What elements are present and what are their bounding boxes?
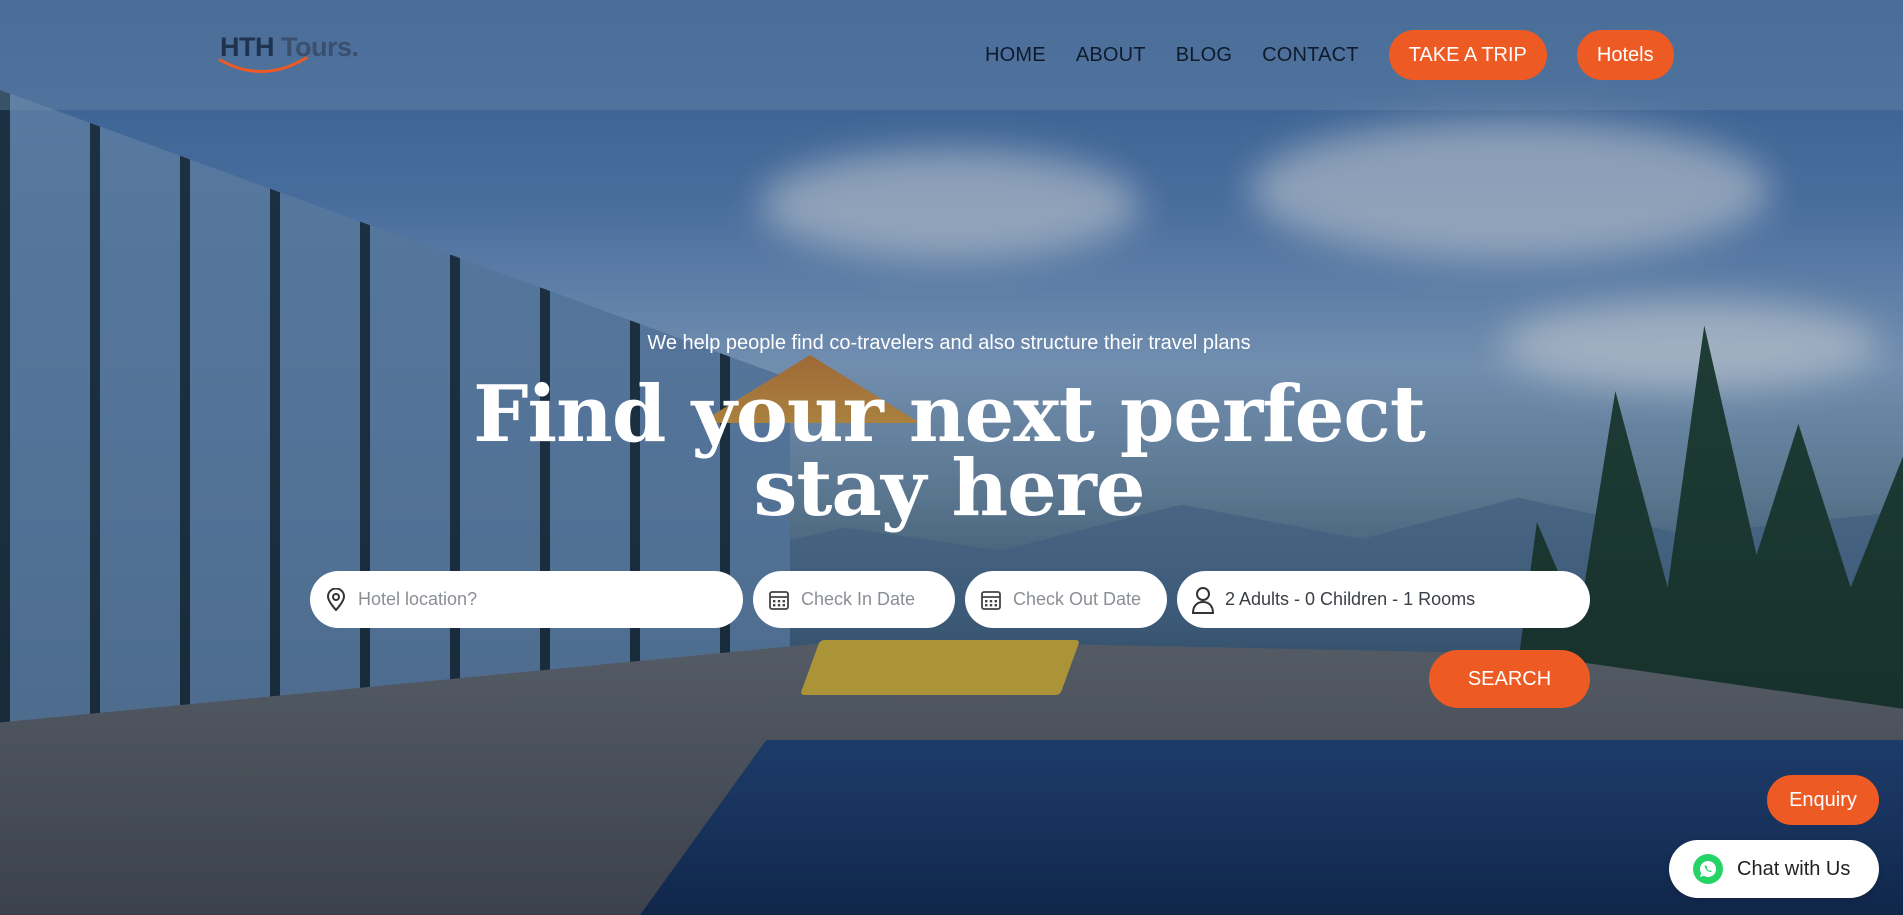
check-in-date-input[interactable]: Check In Date xyxy=(753,571,955,628)
nav-about[interactable]: ABOUT xyxy=(1076,44,1146,67)
hotels-button[interactable]: Hotels xyxy=(1576,30,1674,80)
logo-swoosh-icon xyxy=(218,56,308,73)
calendar-icon xyxy=(767,588,791,612)
guests-rooms-selector[interactable]: 2 Adults - 0 Children - 1 Rooms xyxy=(1177,571,1590,628)
check-out-placeholder: Check Out Date xyxy=(1013,589,1142,609)
top-navbar: HTH Tours. HOME ABOUT BLOG CONTACT TAKE … xyxy=(0,0,1903,110)
guests-rooms-value: 2 Adults - 0 Children - 1 Rooms xyxy=(1225,589,1476,609)
hero-section: HTH Tours. HOME ABOUT BLOG CONTACT TAKE … xyxy=(0,0,1903,915)
hero-headline: Find your next perfect stay here xyxy=(0,369,1898,534)
check-out-date-input[interactable]: Check Out Date xyxy=(965,571,1167,628)
map-pin-icon xyxy=(324,587,348,612)
user-icon xyxy=(1191,586,1215,614)
hotel-location-input[interactable]: Hotel location? xyxy=(310,571,743,628)
background-cloud xyxy=(1250,120,1770,260)
background-cloud xyxy=(760,150,1140,260)
check-in-placeholder: Check In Date xyxy=(801,589,916,609)
nav-blog[interactable]: BLOG xyxy=(1176,44,1232,67)
site-logo[interactable]: HTH Tours. xyxy=(218,30,370,80)
hero-headline-line1: Find your next perfect xyxy=(473,369,1426,460)
enquiry-button[interactable]: Enquiry xyxy=(1767,775,1879,825)
search-button[interactable]: SEARCH xyxy=(1429,650,1590,708)
whatsapp-icon xyxy=(1693,854,1723,884)
chat-with-us-label: Chat with Us xyxy=(1737,857,1851,880)
chat-with-us-button[interactable]: Chat with Us xyxy=(1669,840,1879,898)
take-a-trip-button[interactable]: TAKE A TRIP xyxy=(1388,30,1547,80)
main-nav: HOME ABOUT BLOG CONTACT TAKE A TRIP Hote… xyxy=(985,30,1674,80)
hotel-location-placeholder: Hotel location? xyxy=(358,589,478,609)
nav-home[interactable]: HOME xyxy=(985,44,1046,67)
hero-tagline: We help people find co-travelers and als… xyxy=(647,332,1251,354)
hero-headline-line2: stay here xyxy=(753,443,1145,534)
background-deck xyxy=(0,640,1903,915)
calendar-icon xyxy=(979,588,1003,612)
background-lounger xyxy=(799,640,1081,695)
nav-contact[interactable]: CONTACT xyxy=(1262,44,1359,67)
